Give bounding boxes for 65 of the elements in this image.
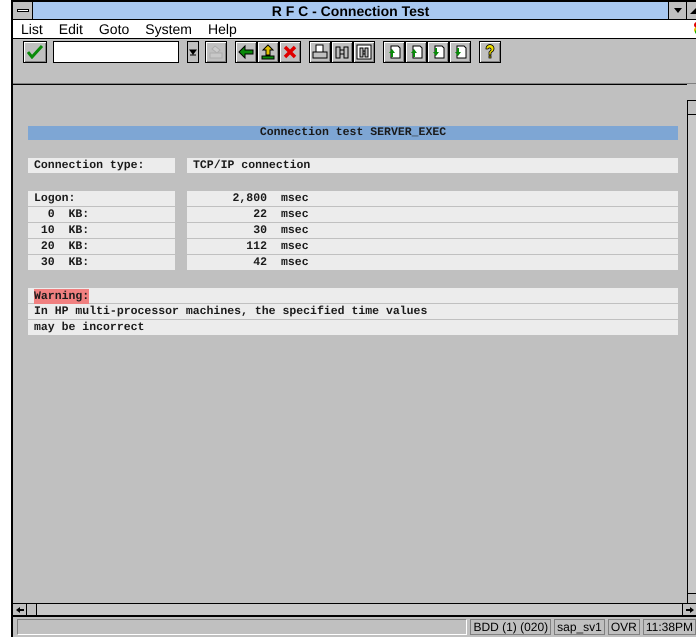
exit-button[interactable] [257, 40, 279, 62]
status-field: 11:38PM [642, 619, 696, 635]
back-icon [238, 44, 254, 60]
status-field: OVR [608, 619, 640, 635]
window-title: R F C - Connection Test [270, 2, 430, 19]
find-button[interactable] [331, 40, 353, 62]
scrollbar-thumb[interactable] [27, 604, 37, 615]
find-next-icon [356, 44, 372, 60]
cancel-icon [282, 44, 298, 60]
table-cell: 112 msec [187, 239, 678, 254]
warning-text: In HP multi-processor machines, the specified time values [28, 304, 678, 319]
status-field: BDD (1) (020) [470, 619, 552, 635]
menu-item[interactable]: System [145, 21, 192, 37]
dash-icon [16, 9, 28, 12]
checkmark-icon [27, 44, 43, 58]
table-cell: 2,800 msec [187, 191, 678, 206]
maximize-button[interactable] [686, 2, 696, 19]
warning-text: may be incorrect [28, 320, 678, 335]
previous-page-icon [408, 44, 424, 60]
left-arrow-icon [16, 606, 24, 612]
first-page-icon [386, 44, 402, 60]
right-arrow-icon [686, 606, 694, 612]
last-page-icon [452, 44, 468, 60]
horizontal-scrollbar[interactable] [13, 603, 696, 617]
menu-item[interactable]: Goto [98, 21, 130, 37]
down-arrow-icon [189, 46, 197, 56]
exit-icon [260, 44, 276, 60]
warning-label: Warning: [34, 289, 90, 304]
field-label: 30 KB: [28, 255, 175, 270]
enter-button[interactable] [23, 40, 47, 62]
field-label: 20 KB: [28, 239, 175, 254]
menu-item[interactable]: Help [208, 21, 237, 37]
cancel-button[interactable] [279, 40, 301, 62]
field-value: TCP/IP connection [187, 158, 678, 173]
system-menu-button[interactable] [13, 2, 33, 19]
next-page-button[interactable] [427, 40, 449, 62]
status-field: sap_sv1 [554, 619, 605, 635]
menu-item[interactable]: List [21, 21, 43, 37]
dropdown-button[interactable] [187, 40, 199, 62]
up-triangle-icon [690, 8, 696, 14]
field-label: Connection type: [28, 158, 175, 173]
table-cell: 22 msec [187, 207, 678, 222]
find-icon [334, 44, 350, 60]
command-field[interactable] [53, 40, 179, 62]
field-label: 0 KB: [28, 207, 175, 222]
next-page-icon [430, 44, 446, 60]
table-cell: 42 msec [187, 255, 678, 270]
first-page-button[interactable] [383, 40, 405, 62]
field-label: Logon: [28, 191, 175, 206]
status-lights-icon [691, 22, 696, 34]
down-triangle-icon [674, 8, 682, 14]
table-cell: 30 msec [187, 223, 678, 238]
find-next-button[interactable] [353, 40, 375, 62]
vertical-scrollbar[interactable] [687, 100, 696, 603]
back-button[interactable] [235, 40, 257, 62]
field-label: 10 KB: [28, 223, 175, 238]
print-button[interactable] [309, 40, 331, 62]
help-button[interactable] [479, 40, 501, 62]
previous-page-button[interactable] [405, 40, 427, 62]
save-icon [208, 44, 224, 60]
last-page-button[interactable] [449, 40, 471, 62]
menu-item[interactable]: Edit [58, 21, 83, 37]
list-heading: Connection test SERVER_EXEC [28, 126, 678, 140]
print-icon [312, 44, 328, 60]
minimize-button[interactable] [668, 2, 686, 19]
